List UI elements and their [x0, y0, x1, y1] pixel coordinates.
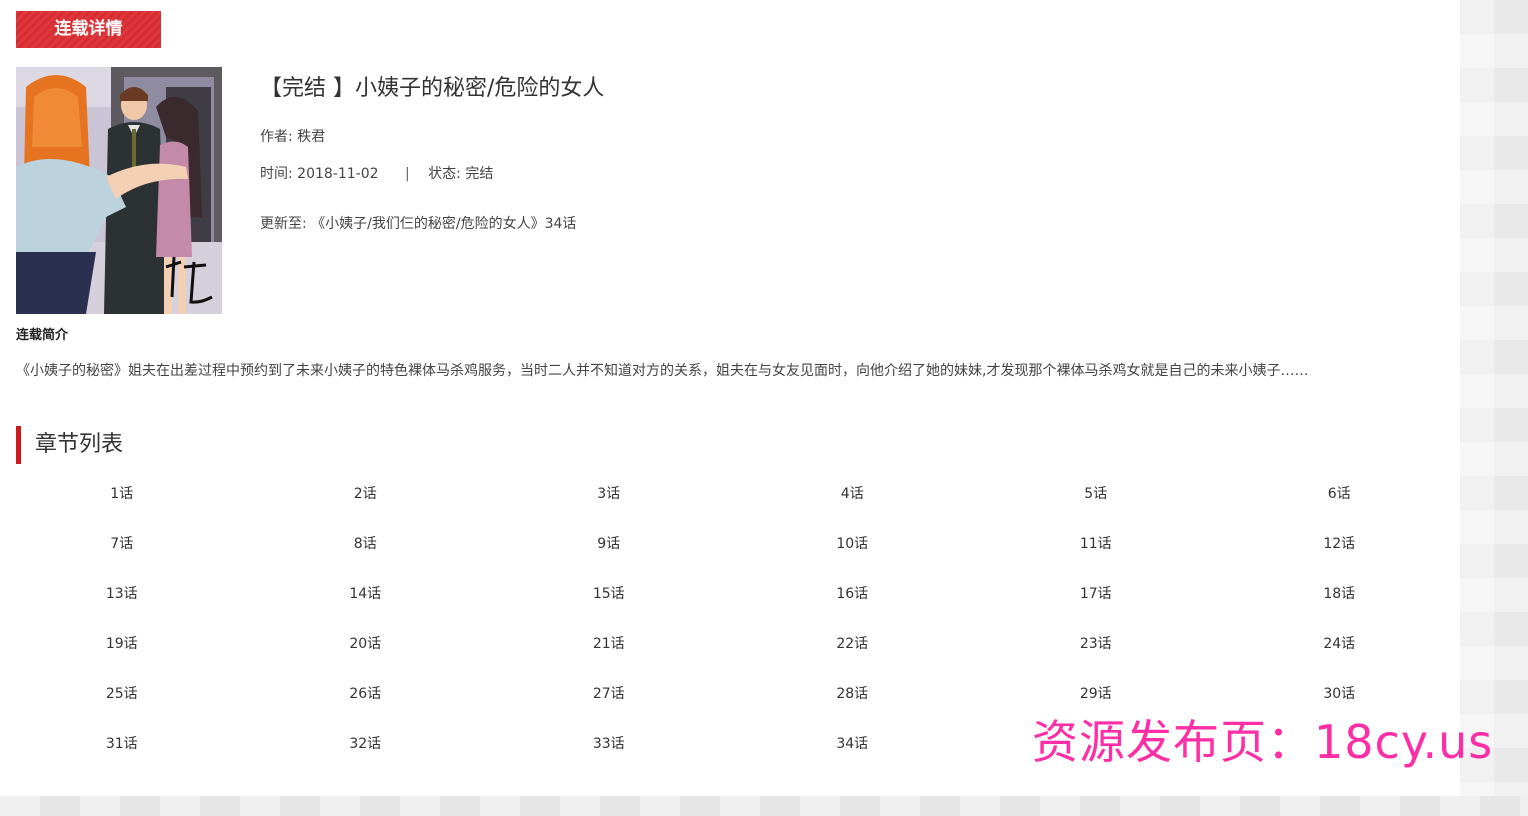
chapter-link[interactable]: 25话 — [0, 676, 244, 726]
author-name[interactable]: 秩君 — [297, 129, 325, 145]
chapter-link[interactable]: 3话 — [487, 476, 731, 526]
chapter-link[interactable]: 33话 — [487, 726, 731, 776]
chapter-link[interactable]: 21话 — [487, 626, 731, 676]
cover-image[interactable] — [16, 67, 222, 314]
tab-comic-details[interactable]: 连载详情 — [16, 11, 161, 48]
chapter-link[interactable]: 22话 — [731, 626, 975, 676]
chapter-link[interactable]: 27话 — [487, 676, 731, 726]
time-status-line: 时间: 2018-11-02 | 状态: 完结 — [260, 163, 493, 183]
chapter-link[interactable]: 34话 — [731, 726, 975, 776]
comic-title: 【完结 】小姨子的秘密/危险的女人 — [260, 76, 605, 101]
chapter-link[interactable]: 4话 — [731, 476, 975, 526]
author-label: 作者: — [260, 129, 293, 145]
page-background-right — [1460, 0, 1528, 816]
status-label: 状态: — [428, 166, 461, 182]
chapter-link[interactable]: 8话 — [244, 526, 488, 576]
status-value: 完结 — [465, 166, 494, 182]
chapter-link[interactable]: 24话 — [1218, 626, 1462, 676]
latest-update-line: 更新至: 《小姨子/我们仨的秘密/危险的女人》34话 — [260, 213, 576, 233]
chapter-link[interactable]: 28话 — [731, 676, 975, 726]
latest-chapter-link[interactable]: 《小姨子/我们仨的秘密/危险的女人》34话 — [311, 216, 576, 232]
chapter-link[interactable]: 26话 — [244, 676, 488, 726]
chapter-link[interactable]: 10话 — [731, 526, 975, 576]
chapter-link[interactable]: 11话 — [974, 526, 1218, 576]
chapter-link[interactable]: 15话 — [487, 576, 731, 626]
chapter-link[interactable]: 12话 — [1218, 526, 1462, 576]
main-panel: 连载详情 【完结 】小姨子的秘密/危险的女人 作者: 秩君 时间: 2018-1… — [0, 0, 1492, 796]
chapter-link[interactable]: 18话 — [1218, 576, 1462, 626]
author-line: 作者: 秩君 — [260, 126, 325, 146]
chapter-link[interactable]: 17话 — [974, 576, 1218, 626]
chapter-link[interactable]: 19话 — [0, 626, 244, 676]
chapter-link[interactable]: 32话 — [244, 726, 488, 776]
chapter-link[interactable]: 16话 — [731, 576, 975, 626]
publish-date: 2018-11-02 — [297, 166, 379, 182]
page-background-bottom — [0, 796, 1528, 816]
cover-illustration — [16, 67, 222, 314]
time-label: 时间: — [260, 166, 293, 182]
chapter-link[interactable]: 14话 — [244, 576, 488, 626]
chapter-link[interactable]: 13话 — [0, 576, 244, 626]
chapter-link[interactable]: 2话 — [244, 476, 488, 526]
chapter-link[interactable]: 9话 — [487, 526, 731, 576]
meta-separator: | — [405, 166, 410, 182]
chapter-link[interactable]: 31话 — [0, 726, 244, 776]
chapter-link[interactable]: 7话 — [0, 526, 244, 576]
intro-heading: 连载简介 — [16, 328, 69, 343]
chapter-list-heading: 章节列表 — [16, 426, 123, 464]
intro-text: 《小姨子的秘密》姐夫在出差过程中预约到了未来小姨子的特色裸体马杀鸡服务，当时二人… — [16, 363, 1309, 379]
chapter-link[interactable]: 5话 — [974, 476, 1218, 526]
update-label: 更新至: — [260, 216, 307, 232]
chapter-link[interactable]: 20话 — [244, 626, 488, 676]
chapter-link[interactable]: 6话 — [1218, 476, 1462, 526]
watermark-text: 资源发布页：18cy.us — [1032, 715, 1494, 769]
chapter-link[interactable]: 23话 — [974, 626, 1218, 676]
chapter-link[interactable]: 1话 — [0, 476, 244, 526]
